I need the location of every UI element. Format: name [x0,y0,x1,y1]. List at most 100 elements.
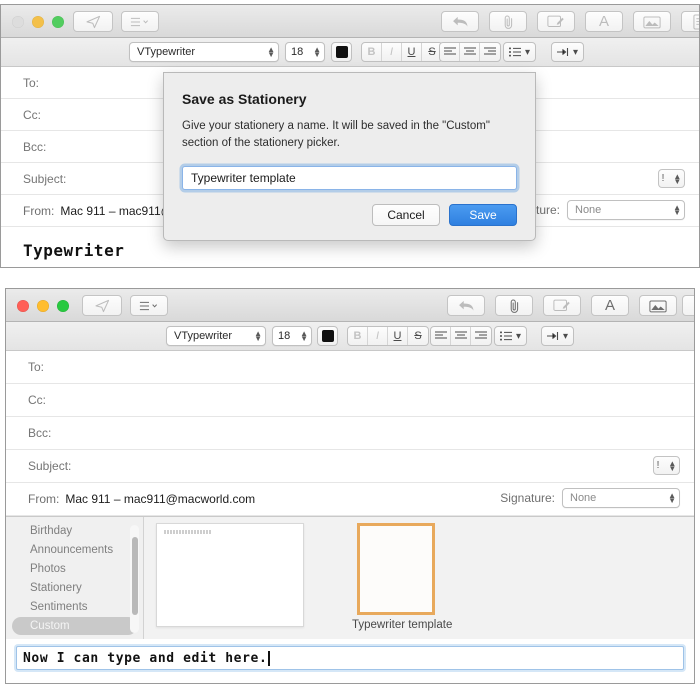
attach-button[interactable] [489,11,527,32]
chevron-updown-icon: ▲ ▼ [668,491,676,505]
subject-field-label: Subject: [23,171,67,186]
chevron-updown-icon: ▲ ▼ [313,45,321,59]
header-fields-button[interactable] [121,11,159,32]
from-field-label: From: [23,203,55,218]
align-center-button[interactable] [451,327,471,345]
category-list-scrollbar[interactable] [130,525,139,633]
format-button[interactable]: A [585,11,623,32]
underline-button[interactable]: U [402,43,422,61]
align-left-icon [443,47,456,55]
thumbnail-image[interactable] [357,523,435,615]
text-color-button[interactable] [317,326,338,346]
stationery-category-list: Birthday Announcements Photos Stationery… [6,517,144,639]
markup-button[interactable] [537,11,575,32]
header-fields-button[interactable] [130,295,168,316]
indent-menu[interactable]: ▾ [541,326,575,346]
align-right-button[interactable] [471,327,491,345]
signature-select[interactable]: None ▲ ▼ [562,488,680,508]
list-style-menu[interactable]: ▾ [494,326,528,346]
font-size-value: 18 [291,46,304,58]
category-label: Custom [30,620,70,632]
bulleted-list-icon [500,331,512,341]
indent-menu[interactable]: ▾ [551,42,585,62]
stationery-button[interactable] [681,11,699,32]
scrollbar-thumb[interactable] [131,537,138,615]
alignment-group[interactable] [430,326,492,346]
strikethrough-button[interactable]: S [408,327,428,345]
align-right-button[interactable] [480,43,500,61]
compose-fields-bottom: To: Cc: Bcc: Subject: ! ▲ ▼ From: Mac 911… [6,351,694,516]
text-color-button[interactable] [331,42,352,62]
stationery-name-value: Typewriter template [191,171,296,186]
send-button[interactable] [82,295,122,316]
to-field-row[interactable]: To: [6,351,694,384]
reply-button[interactable] [441,11,479,32]
indent-icon [557,48,569,56]
text-style-group[interactable]: B I U S [347,326,429,346]
category-item-announcements[interactable]: Announcements [12,541,137,559]
minimize-button[interactable] [32,16,44,28]
signature-value: None [575,204,602,216]
underline-button[interactable]: U [388,327,408,345]
category-item-birthday[interactable]: Birthday [12,522,137,540]
bold-button[interactable]: B [348,327,368,345]
zoom-button[interactable] [52,16,64,28]
close-button[interactable] [17,300,29,312]
save-button[interactable]: Save [449,204,517,227]
font-size-select[interactable]: 18 ▲ ▼ [285,42,325,62]
chevron-updown-icon: ▲ ▼ [673,171,682,186]
italic-button[interactable]: I [368,327,388,345]
cancel-button[interactable]: Cancel [372,204,440,227]
photo-browser-button[interactable] [633,11,671,32]
reply-button[interactable] [447,295,485,316]
reply-arrow-icon [452,16,467,27]
priority-stepper[interactable]: ! ▲ ▼ [653,456,680,475]
stationery-preview-card[interactable] [156,523,304,627]
photo-browser-icon [649,300,667,312]
alignment-group[interactable] [439,42,501,62]
text-style-group[interactable]: B I U S [361,42,443,62]
format-button[interactable]: A [591,295,629,316]
message-body-bottom: Now I can type and edit here. [6,639,694,677]
align-center-button[interactable] [460,43,480,61]
priority-label: ! [661,173,665,184]
bcc-field-row[interactable]: Bcc: [6,417,694,450]
priority-stepper[interactable]: ! ▲ ▼ [658,169,685,188]
bold-button[interactable]: B [362,43,382,61]
stationery-name-input[interactable]: Typewriter template [182,166,517,191]
screenshot-root: A VTypewriter ▲ ▼ 18 ▲ ▼ B I U S ▾ ▾ To:… [0,0,700,687]
align-left-button[interactable] [440,43,460,61]
signature-control[interactable]: Signature: None ▲▼ [500,488,680,508]
category-item-photos[interactable]: Photos [12,560,137,578]
send-button[interactable] [73,11,113,32]
compose-text-input[interactable]: Now I can type and edit here. [16,646,684,670]
color-swatch-icon [321,330,334,342]
font-family-select[interactable]: VTypewriter ▲ ▼ [166,326,266,346]
attach-button[interactable] [495,295,533,316]
category-item-stationery[interactable]: Stationery [12,579,137,597]
cc-field-row[interactable]: Cc: [6,384,694,417]
italic-button[interactable]: I [382,43,402,61]
font-family-select[interactable]: VTypewriter ▲ ▼ [129,42,279,62]
chevron-down-icon: ▾ [563,330,569,342]
from-field-label: From: [28,492,60,506]
photo-browser-button[interactable] [639,295,677,316]
subject-field-row[interactable]: Subject: ! ▲ ▼ [6,450,694,483]
list-style-menu[interactable]: ▾ [503,42,537,62]
category-item-custom[interactable]: Custom [12,617,137,635]
from-field-row[interactable]: From: Mac 911 – mac911@macworld.com Sign… [6,483,694,516]
markup-button[interactable] [543,295,581,316]
minimize-button[interactable] [37,300,49,312]
signature-select[interactable]: None ▲ ▼ [567,200,685,220]
align-left-button[interactable] [431,327,451,345]
indent-icon [547,332,559,340]
font-family-value: VTypewriter [174,330,233,342]
font-size-select[interactable]: 18 ▲ ▼ [272,326,312,346]
thumbnail-label: Typewriter template [352,619,453,631]
category-item-sentiments[interactable]: Sentiments [12,598,137,616]
zoom-button[interactable] [57,300,69,312]
close-button[interactable] [12,16,24,28]
stationery-thumbnail-item[interactable]: Typewriter template [352,523,453,639]
stationery-button[interactable] [682,295,694,316]
header-fields-list-icon [139,301,158,310]
